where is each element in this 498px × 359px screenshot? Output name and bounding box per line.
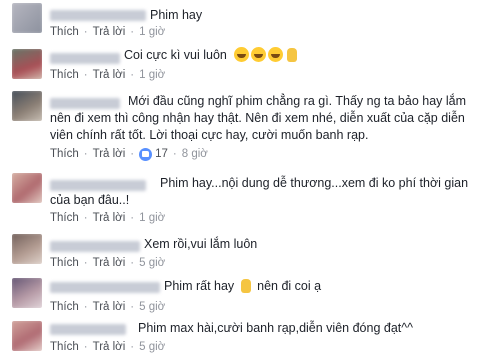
laugh-emoji-icon [251, 47, 267, 62]
reply-link[interactable]: Trả lời [93, 340, 126, 354]
comment-text: Phim rất hay nên đi coi ạ [164, 279, 322, 293]
reply-link[interactable]: Trả lời [93, 300, 126, 314]
comment-actions: Thích · Trả lời · 5 giờ [50, 256, 166, 270]
like-link[interactable]: Thích [50, 300, 79, 314]
like-count[interactable]: 17 [155, 147, 168, 161]
commenter-name[interactable] [50, 10, 146, 21]
reply-link[interactable]: Trả lời [93, 256, 126, 270]
like-reaction-icon[interactable] [139, 147, 153, 161]
avatar[interactable] [12, 91, 42, 121]
avatar[interactable] [12, 173, 42, 203]
avatar[interactable] [12, 3, 42, 33]
comment-item: Phim rất hay nên đi coi ạ Thích · Trả lờ… [0, 272, 498, 316]
comment-item: Phim hay Thích · Trả lời · 1 giờ [0, 0, 498, 40]
timestamp[interactable]: 1 giờ [139, 211, 165, 225]
comment-text: Coi cực kì vui luôn [124, 47, 298, 64]
timestamp[interactable]: 8 giờ [182, 147, 208, 161]
like-link[interactable]: Thích [50, 147, 79, 161]
comment-text: Phim hay [150, 8, 203, 22]
avatar[interactable] [12, 49, 42, 79]
reply-link[interactable]: Trả lời [93, 25, 126, 39]
avatar[interactable] [12, 278, 42, 308]
comment-text: Phim max hài,cười banh rạp,diễn viên đón… [138, 321, 413, 335]
reply-link[interactable]: Trả lời [93, 147, 126, 161]
comment-item: Phim hay...nội dung dễ thương...xem đi k… [0, 168, 498, 228]
comment-actions: Thích · Trả lời · 5 giờ [50, 340, 166, 354]
commenter-name[interactable] [50, 282, 160, 293]
timestamp[interactable]: 1 giờ [139, 68, 165, 82]
comment-item: Mới đầu cũng nghĩ phim chẳng ra gì. Thấy… [0, 86, 498, 164]
laugh-emoji-icon [234, 47, 250, 62]
timestamp[interactable]: 5 giờ [139, 300, 165, 314]
timestamp[interactable]: 5 giờ [139, 256, 165, 270]
commenter-name[interactable] [50, 324, 126, 335]
like-link[interactable]: Thích [50, 340, 79, 354]
reply-link[interactable]: Trả lời [93, 68, 126, 82]
ok-hand-emoji-icon [287, 48, 298, 62]
like-link[interactable]: Thích [50, 256, 79, 270]
comment-actions: Thích · Trả lời · 17 · 8 giờ [50, 147, 208, 161]
avatar[interactable] [12, 321, 42, 351]
comment-actions: Thích · Trả lời · 1 giờ [50, 211, 166, 225]
comment-item: Xem rồi,vui lắm luôn Thích · Trả lời · 5… [0, 230, 498, 270]
comment-item: Phim max hài,cười banh rạp,diễn viên đón… [0, 318, 498, 359]
like-link[interactable]: Thích [50, 25, 79, 39]
comment-actions: Thích · Trả lời · 1 giờ [50, 25, 166, 39]
timestamp[interactable]: 5 giờ [139, 340, 165, 354]
comment-actions: Thích · Trả lời · 5 giờ [50, 300, 166, 314]
avatar[interactable] [12, 234, 42, 264]
timestamp[interactable]: 1 giờ [139, 25, 165, 39]
comment-item: Coi cực kì vui luôn Thích · Trả lời · 1 … [0, 41, 498, 85]
reply-link[interactable]: Trả lời [93, 211, 126, 225]
comment-text: Xem rồi,vui lắm luôn [144, 237, 258, 251]
comment-actions: Thích · Trả lời · 1 giờ [50, 68, 166, 82]
commenter-name[interactable] [50, 53, 120, 64]
like-link[interactable]: Thích [50, 68, 79, 82]
like-link[interactable]: Thích [50, 211, 79, 225]
commenter-name[interactable] [50, 241, 140, 252]
comment-text: Phim hay...nội dung dễ thương...xem đi k… [50, 176, 469, 207]
thumbs-up-emoji-icon [240, 279, 251, 293]
comment-text: Mới đầu cũng nghĩ phim chẳng ra gì. Thấy… [50, 94, 467, 142]
laugh-emoji-icon [268, 47, 284, 62]
